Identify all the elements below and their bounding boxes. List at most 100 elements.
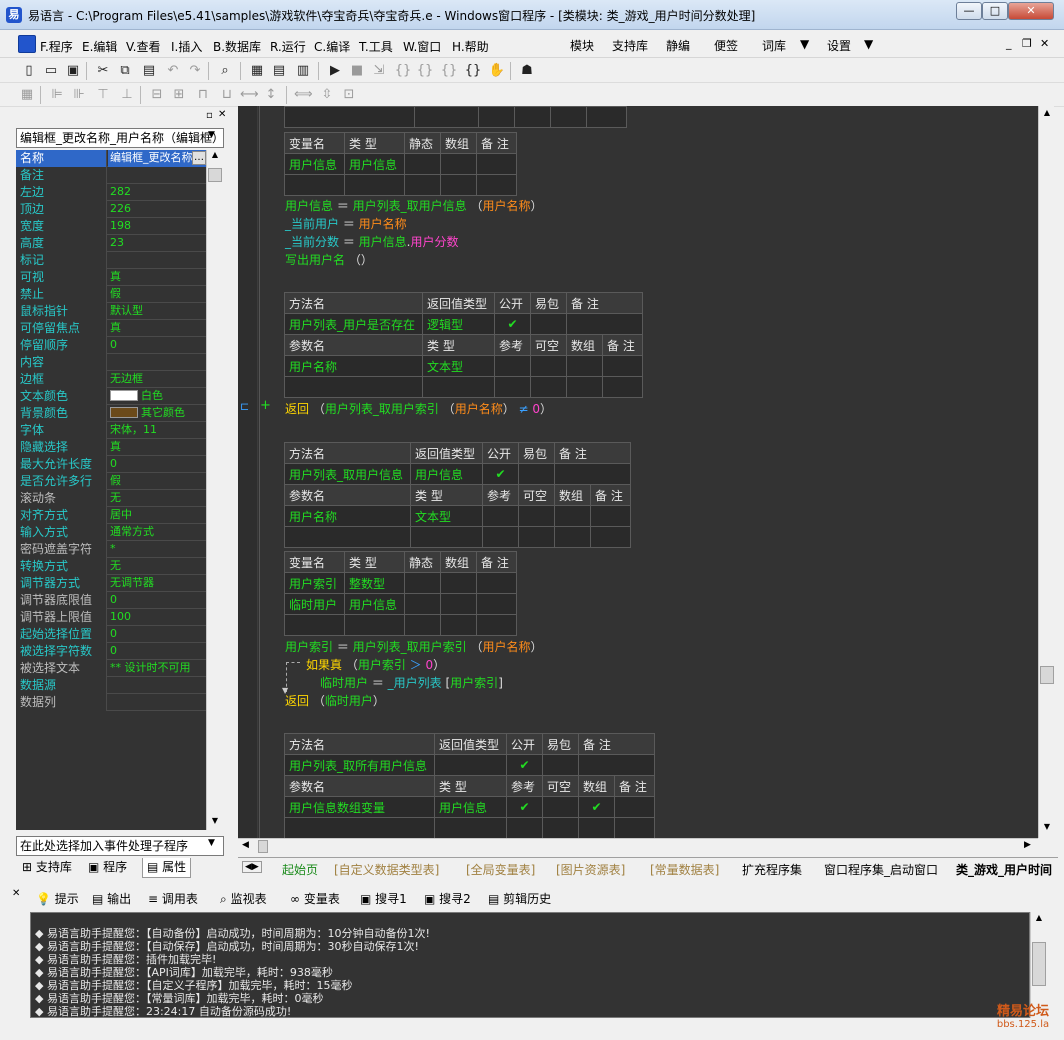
- tab-class-module[interactable]: 类_游戏_用户时间: [956, 861, 1056, 878]
- same-height-icon[interactable]: ⊔: [218, 86, 236, 104]
- scroll-right-icon[interactable]: ▶: [1024, 840, 1031, 850]
- code-line[interactable]: 写出用户名 （）: [285, 251, 373, 268]
- minimize-button[interactable]: —: [956, 2, 982, 20]
- property-row[interactable]: 最大允许长度 0: [16, 456, 206, 473]
- property-value[interactable]: 282: [108, 184, 206, 201]
- property-value[interactable]: 198: [108, 218, 206, 235]
- var-type[interactable]: 整数型: [344, 572, 405, 594]
- property-row[interactable]: 顶边 226: [16, 201, 206, 218]
- property-row[interactable]: 是否允许多行假: [16, 473, 206, 490]
- align-right-icon[interactable]: ⊪: [70, 86, 88, 104]
- property-value[interactable]: [108, 354, 206, 371]
- property-row[interactable]: 被选择文本 ** 设计时不可用: [16, 660, 206, 677]
- property-value[interactable]: [108, 694, 206, 711]
- step-over-icon[interactable]: {}: [416, 62, 434, 80]
- property-value[interactable]: [108, 167, 206, 184]
- center-v-icon[interactable]: ⊞: [170, 86, 188, 104]
- property-value[interactable]: 无: [108, 490, 206, 507]
- scroll-up-icon[interactable]: ▲: [208, 150, 222, 164]
- tab-properties[interactable]: ▤ 属性: [142, 858, 192, 878]
- property-row[interactable]: 转换方式无: [16, 558, 206, 575]
- property-value[interactable]: 100: [108, 609, 206, 626]
- property-value[interactable]: 默认型: [108, 303, 206, 320]
- property-row[interactable]: 调节器上限值 100: [16, 609, 206, 626]
- check-icon[interactable]: ✔: [494, 313, 531, 335]
- property-value[interactable]: 编辑框_更改名称…: [108, 150, 206, 167]
- code-horizontal-scrollbar[interactable]: ◀ ▶: [238, 838, 1038, 854]
- document-icon[interactable]: [18, 35, 36, 53]
- property-value[interactable]: 23: [108, 235, 206, 252]
- breakpoint-marker-icon[interactable]: ⊏: [240, 400, 249, 413]
- tab-globals[interactable]: [全局变量表]: [466, 861, 535, 878]
- method-name[interactable]: 用户列表_用户是否存在: [284, 313, 423, 335]
- space-h-icon[interactable]: ⟷: [240, 86, 259, 104]
- size-height-icon[interactable]: ⇳: [318, 86, 336, 104]
- property-value[interactable]: 无: [108, 558, 206, 575]
- code-line[interactable]: 用户索引 ＝ 用户列表_取用户索引 （用户名称）: [285, 638, 543, 655]
- scroll-thumb[interactable]: [208, 168, 222, 182]
- code-line[interactable]: 用户信息 ＝ 用户列表_取用户信息 （用户名称）: [285, 197, 543, 214]
- property-row[interactable]: 滚动条无: [16, 490, 206, 507]
- chevron-down-icon[interactable]: ▼: [208, 838, 215, 848]
- code-line[interactable]: 如果真 （用户索引 ＞ 0）: [306, 656, 445, 673]
- property-row[interactable]: 标记: [16, 252, 206, 269]
- param-type[interactable]: 文本型: [410, 505, 483, 527]
- param-name[interactable]: 用户名称: [284, 505, 411, 527]
- expand-icon[interactable]: +: [260, 398, 271, 413]
- method-name[interactable]: 用户列表_取用户信息: [284, 463, 411, 485]
- property-value[interactable]: 宋体，11: [108, 422, 206, 439]
- var-type[interactable]: 用户信息: [344, 593, 405, 615]
- tab-window-assembly[interactable]: 窗口程序集_启动窗口: [824, 861, 938, 878]
- close-button[interactable]: ✕: [1008, 2, 1054, 20]
- property-row[interactable]: 密码遮盖字符 *: [16, 541, 206, 558]
- scroll-left-icon[interactable]: ◀: [242, 840, 249, 850]
- align-bottom-icon[interactable]: ⊥: [118, 86, 136, 104]
- menu-compile[interactable]: C.编译: [314, 38, 350, 55]
- same-width-icon[interactable]: ⊓: [194, 86, 212, 104]
- property-row[interactable]: 边框 无边框: [16, 371, 206, 388]
- property-value[interactable]: 0: [108, 337, 206, 354]
- property-row[interactable]: 被选择字符数 0: [16, 643, 206, 660]
- tab-constants[interactable]: [常量数据表]: [650, 861, 719, 878]
- menu-module[interactable]: 模块: [570, 37, 594, 54]
- menu-database[interactable]: B.数据库: [213, 38, 261, 55]
- scroll-up-icon[interactable]: ▲: [1032, 913, 1046, 927]
- tab-clip-history[interactable]: ▤ 剪辑历史: [488, 890, 551, 907]
- property-value[interactable]: 假: [108, 473, 206, 490]
- param-name[interactable]: 用户名称: [284, 355, 423, 377]
- property-value[interactable]: 白色: [108, 388, 206, 405]
- tab-custom-types[interactable]: [自定义数据类型表]: [334, 861, 439, 878]
- property-value[interactable]: 无边框: [108, 371, 206, 388]
- property-row[interactable]: 隐藏选择真: [16, 439, 206, 456]
- mdi-close-icon[interactable]: ✕: [1040, 37, 1049, 50]
- menu-help[interactable]: H.帮助: [452, 38, 489, 55]
- param-type[interactable]: 文本型: [422, 355, 495, 377]
- redo-icon[interactable]: ↷: [186, 62, 204, 80]
- output-log[interactable]: ◆ 易语言助手提醒您：【自动备份】启动成功，时间周期为：10分钟自动备份1次! …: [30, 912, 1030, 1018]
- var-type[interactable]: 用户信息: [344, 153, 405, 175]
- property-value[interactable]: 0: [108, 626, 206, 643]
- property-value[interactable]: [108, 677, 206, 694]
- copy-icon[interactable]: ⧉: [116, 62, 134, 80]
- method-name[interactable]: 用户列表_取所有用户信息: [284, 754, 435, 776]
- menu-notes[interactable]: 便签: [714, 37, 738, 54]
- property-value[interactable]: *: [108, 541, 206, 558]
- menu-edit[interactable]: E.编辑: [82, 38, 117, 55]
- tab-support-lib[interactable]: ⊞ 支持库: [18, 858, 76, 878]
- maximize-button[interactable]: □: [982, 2, 1008, 20]
- undo-icon[interactable]: ↶: [164, 62, 182, 80]
- layout-1-icon[interactable]: ▦: [248, 62, 266, 80]
- chevron-down-icon[interactable]: ▼: [208, 130, 215, 140]
- check-icon[interactable]: ✔: [578, 796, 615, 818]
- code-line[interactable]: _当前分数 ＝ 用户信息.用户分数: [285, 233, 459, 250]
- property-row[interactable]: 对齐方式 居中: [16, 507, 206, 524]
- tab-watch[interactable]: ⌕ 监视表: [220, 890, 267, 907]
- var-name[interactable]: 用户索引: [284, 572, 345, 594]
- property-value[interactable]: 居中: [108, 507, 206, 524]
- property-value[interactable]: 0: [108, 456, 206, 473]
- menu-insert[interactable]: I.插入: [171, 38, 202, 55]
- align-left-icon[interactable]: ⊫: [48, 86, 66, 104]
- property-row[interactable]: 备注: [16, 167, 206, 184]
- check-icon[interactable]: ✔: [506, 754, 543, 776]
- scroll-up-icon[interactable]: ▲: [1040, 108, 1054, 122]
